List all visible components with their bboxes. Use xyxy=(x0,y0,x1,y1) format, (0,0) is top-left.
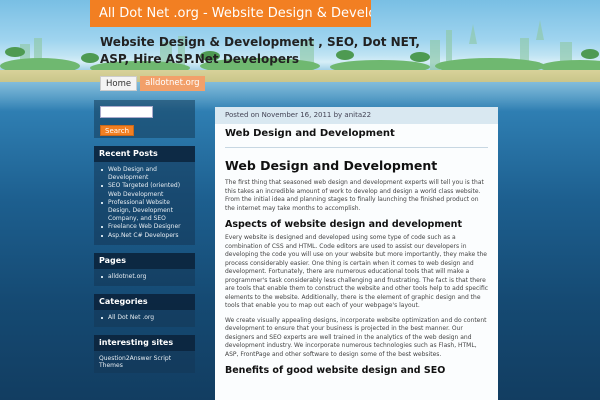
site-tagline: Website Design & Development , SEO, Dot … xyxy=(100,35,420,66)
recent-posts-title: Recent Posts xyxy=(94,146,195,162)
pages-widget: Pages alldotnet.org xyxy=(94,252,195,287)
post-meta: Posted on November 16, 2011 by anita22 xyxy=(215,107,498,124)
category-link[interactable]: All Dot Net .org xyxy=(101,314,190,322)
page-link[interactable]: alldotnet.org xyxy=(101,273,190,281)
recent-posts-widget: Recent Posts Web Design and Development … xyxy=(94,146,195,245)
article-paragraph: We create visually appealing designs, in… xyxy=(225,316,487,358)
interesting-site-link[interactable]: Question2Answer Script Themes xyxy=(94,351,195,373)
section-heading: Aspects of website design and developmen… xyxy=(225,219,462,230)
nav-home[interactable]: Home xyxy=(100,76,138,91)
site-title[interactable]: All Dot Net .org - Website Design & Deve… xyxy=(90,0,371,27)
search-widget: Search xyxy=(94,100,195,138)
interesting-sites-widget: interesting sites Question2Answer Script… xyxy=(94,335,195,374)
post-content: Posted on November 16, 2011 by anita22 W… xyxy=(215,107,498,400)
article-paragraph: Every website is designed and developed … xyxy=(225,234,489,309)
section-heading: Benefits of good website design and SEO xyxy=(225,365,446,376)
pages-title: Pages xyxy=(94,252,195,269)
recent-post-link[interactable]: Web Design and Development xyxy=(101,166,190,182)
article-heading: Web Design and Development xyxy=(225,158,438,173)
nav-alldotnet[interactable]: alldotnet.org xyxy=(140,76,205,91)
recent-post-link[interactable]: SEO Targeted (oriented) Web Development xyxy=(101,182,190,198)
categories-widget: Categories All Dot Net .org xyxy=(94,294,195,328)
sidebar: Search Recent Posts Web Design and Devel… xyxy=(94,100,195,374)
article-body: Web Design and Development The first thi… xyxy=(215,148,498,376)
recent-post-link[interactable]: Asp.Net C# Developers xyxy=(101,232,190,240)
recent-post-link[interactable]: Freelance Web Designer xyxy=(101,223,190,231)
interesting-sites-title: interesting sites xyxy=(94,335,195,352)
article-paragraph: The first thing that seasoned web design… xyxy=(225,179,484,212)
post-title[interactable]: Web Design and Development xyxy=(215,124,498,139)
beach-strip xyxy=(0,70,600,82)
recent-post-link[interactable]: Professional Website Design, Development… xyxy=(101,199,190,224)
search-button[interactable]: Search xyxy=(100,125,135,136)
main-nav: Home alldotnet.org xyxy=(100,76,205,91)
search-input[interactable] xyxy=(100,106,153,118)
categories-title: Categories xyxy=(94,294,195,311)
